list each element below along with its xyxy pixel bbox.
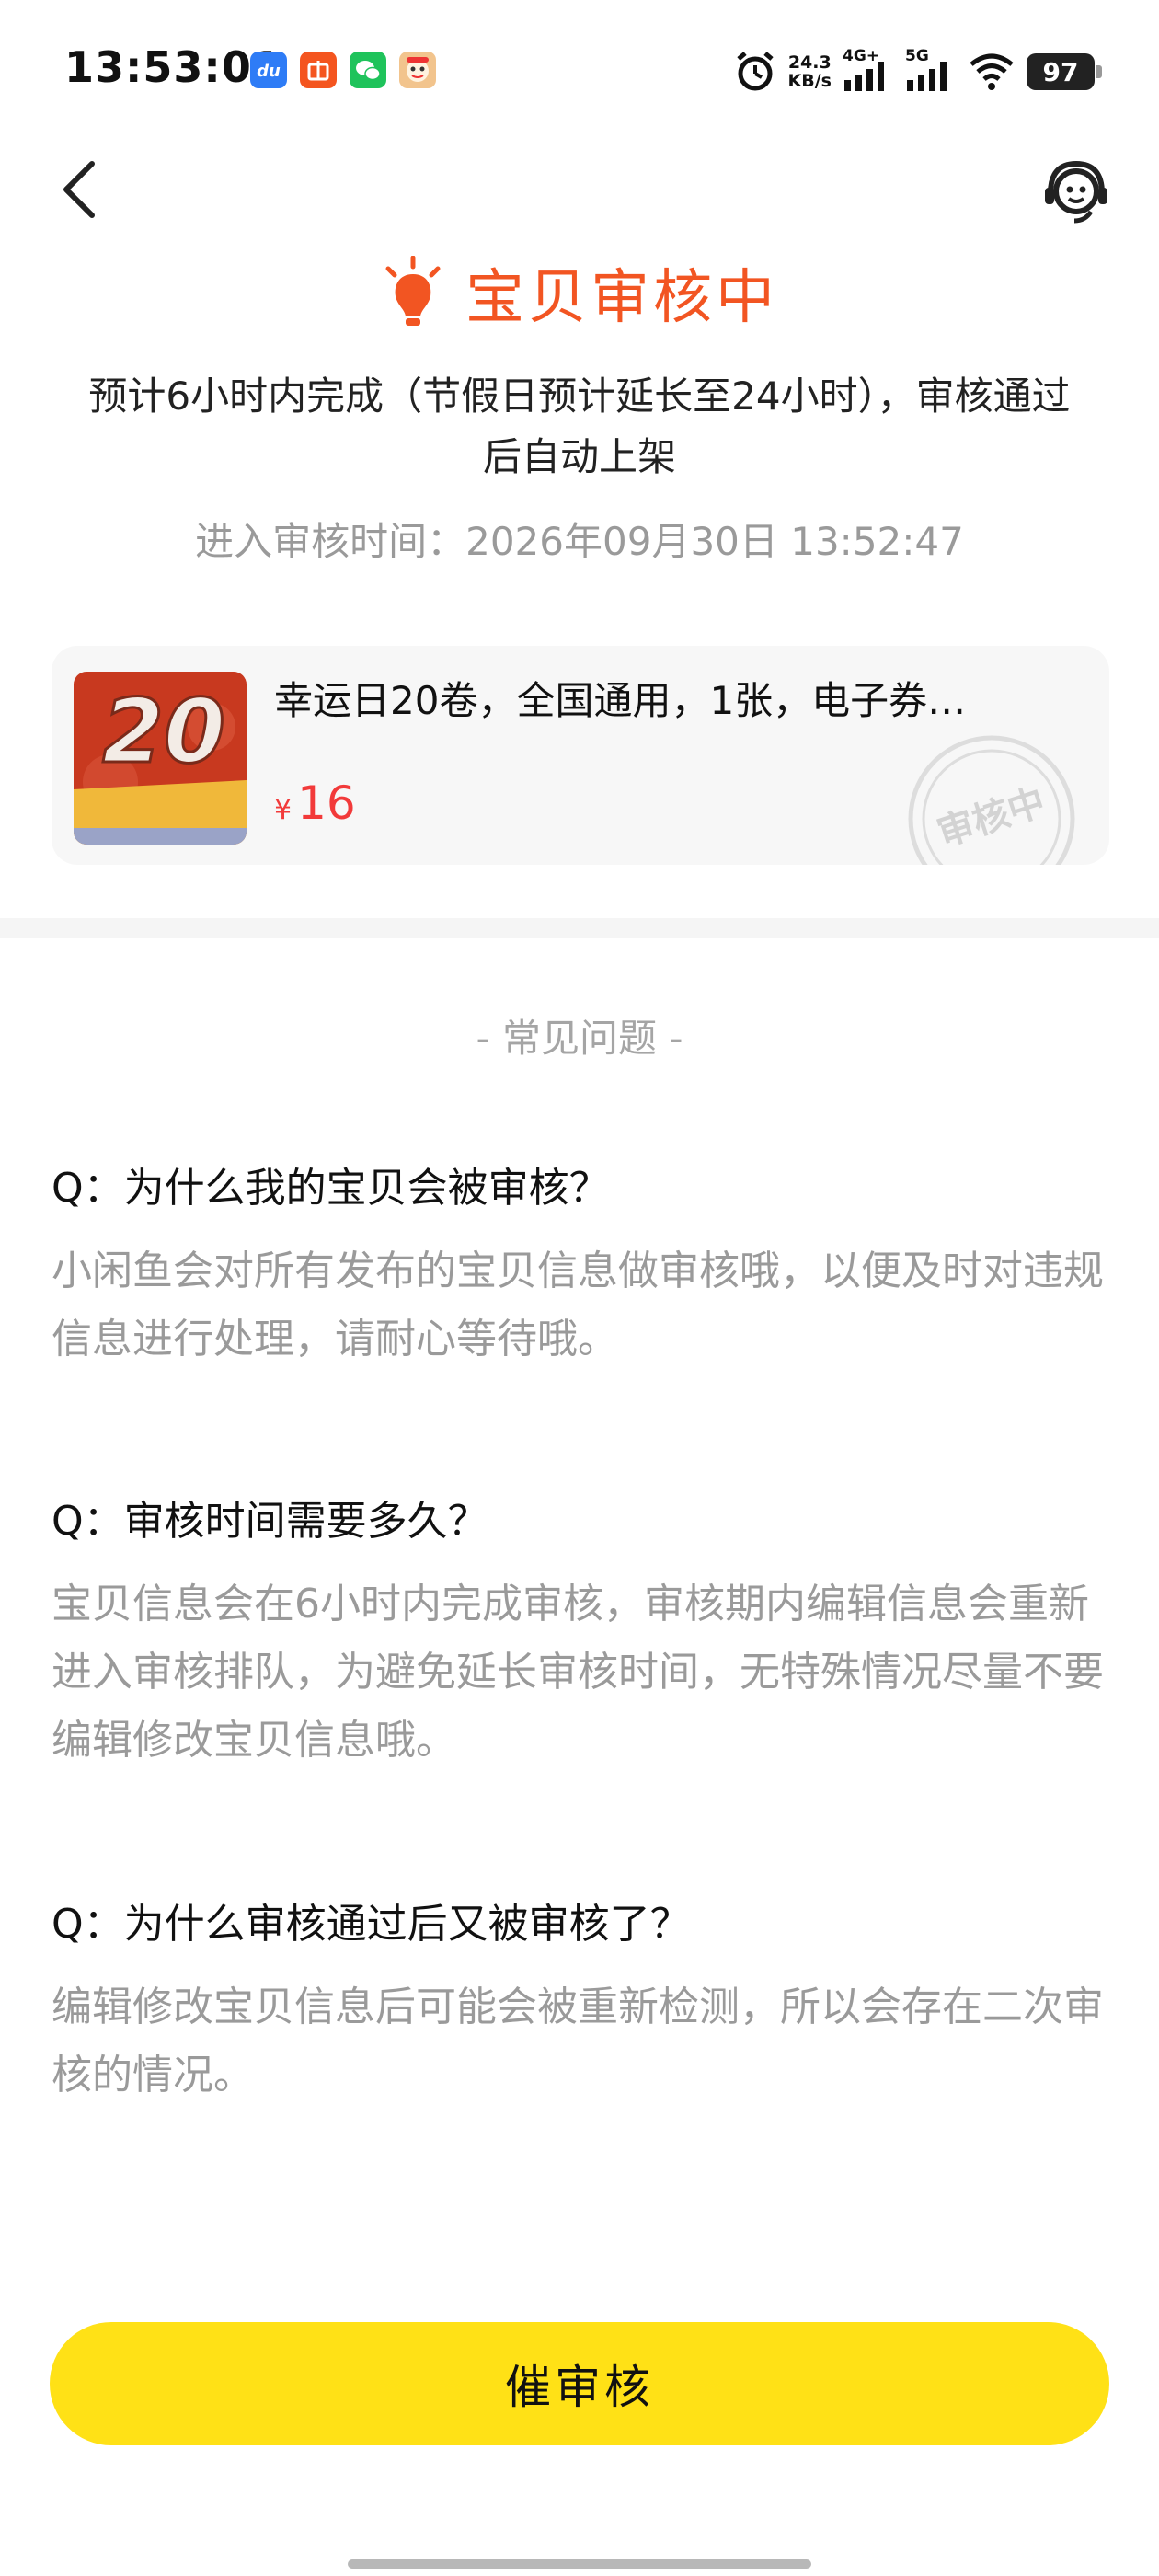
status-bar-right: 24.3 KB/s 4G+ 5G 97 bbox=[733, 44, 1102, 99]
item-thumbnail: 20 bbox=[74, 672, 247, 845]
wifi-icon bbox=[970, 53, 1014, 90]
customer-service-button[interactable] bbox=[1039, 155, 1113, 228]
signal-4g-icon: 4G+ bbox=[843, 47, 894, 93]
faq-heading: - 常见问题 - bbox=[476, 1016, 683, 1061]
urge-review-button[interactable]: 催审核 bbox=[50, 2322, 1109, 2445]
faq-answer: 小闲鱼会对所有发布的宝贝信息做审核哦，以便及时对违规信息进行处理，请耐心等待哦。 bbox=[52, 1248, 1104, 1363]
item-price: ¥ 16 bbox=[274, 776, 356, 830]
battery-indicator: 97 bbox=[1027, 53, 1102, 90]
item-title: 幸运日20卷，全国通用，1张，电子券… bbox=[274, 678, 967, 723]
monkey-app-icon bbox=[399, 52, 436, 88]
faq-answer: 编辑修改宝贝信息后可能会被重新检测，所以会存在二次审核的情况。 bbox=[52, 1984, 1104, 2099]
status-header: 宝贝审核中 bbox=[0, 250, 1159, 335]
faq-question: Q：为什么我的宝贝会被审核？ bbox=[52, 1165, 610, 1212]
signal-5g-icon: 5G bbox=[905, 47, 957, 93]
back-button[interactable] bbox=[53, 156, 109, 221]
price-value: 16 bbox=[297, 776, 356, 830]
wechat-icon bbox=[350, 52, 386, 88]
headset-icon bbox=[1045, 160, 1107, 224]
svg-text:du: du bbox=[257, 62, 281, 81]
faq-question: Q：审核时间需要多久？ bbox=[52, 1498, 488, 1545]
faq-answer: 宝贝信息会在6小时内完成审核，审核期内编辑信息会重新进入审核排队，为避免延长审核… bbox=[52, 1581, 1104, 1764]
gift-app-icon bbox=[300, 52, 337, 88]
section-divider bbox=[0, 918, 1159, 938]
under-review-stamp: 审核中 bbox=[908, 735, 1075, 865]
du-app-icon: du bbox=[250, 52, 287, 88]
thumb-number: 20 bbox=[102, 680, 225, 783]
alarm-icon bbox=[736, 52, 774, 91]
chevron-left-icon bbox=[63, 161, 95, 218]
review-status-page: 13:53:01 du 24.3 KB/s 4G+ 5G 97 宝贝审核中 预计… bbox=[0, 0, 1159, 2576]
item-card[interactable]: 20 幸运日20卷，全国通用，1张，电子券… ¥ 16 审核中 bbox=[52, 646, 1109, 865]
status-bar: 13:53:01 du 24.3 KB/s 4G+ 5G 97 bbox=[0, 0, 1159, 138]
status-title: 宝贝审核中 bbox=[465, 264, 778, 332]
home-indicator[interactable] bbox=[348, 2559, 811, 2569]
review-description: 预计6小时内完成（节假日预计延长至24小时），审核通过后自动上架 bbox=[88, 374, 1071, 479]
price-currency: ¥ bbox=[274, 794, 293, 826]
svg-text:审核中: 审核中 bbox=[933, 781, 1050, 856]
faq-question: Q：为什么审核通过后又被审核了？ bbox=[52, 1901, 691, 1948]
lightbulb-icon bbox=[385, 256, 441, 326]
enter-review-time: 进入审核时间：2026年09月30日 13:52:47 bbox=[195, 519, 964, 564]
net-speed: 24.3 KB/s bbox=[787, 52, 832, 91]
